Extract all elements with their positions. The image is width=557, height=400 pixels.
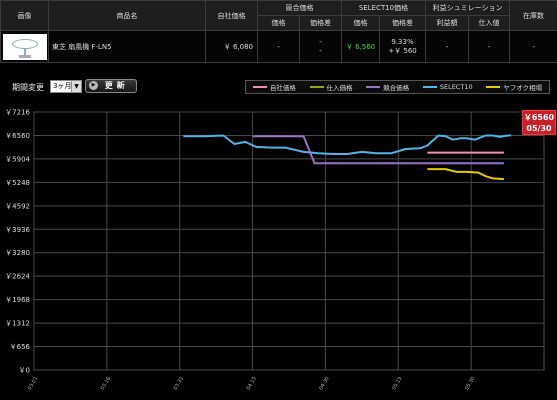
y-tick-label: ￥656 [10, 343, 31, 351]
y-tick-label: ￥5904 [5, 155, 30, 163]
period-select-value: 3ヶ月 [53, 82, 72, 90]
latest-price-value: ￥6560 [523, 113, 555, 122]
y-tick-label: ￥0 [19, 367, 30, 375]
subheader-purchase: 仕入値 [468, 15, 511, 31]
competitor-diff-cell: - - [299, 30, 342, 63]
y-tick-label: ￥1968 [5, 296, 30, 304]
competitor-price-value: - [257, 30, 300, 63]
header-select10-price: SELECT10価格 [340, 0, 427, 16]
subheader-comp-diff: 価格差 [299, 15, 342, 31]
legend-label: 競合価格 [383, 84, 410, 92]
own-price-value: ￥ 6,080 [205, 30, 258, 63]
legend-item-yahoo-auction: ヤフオク相場 [486, 82, 542, 92]
y-tick-label: ￥2624 [5, 273, 30, 281]
competitor-diff-pct: - [319, 37, 322, 46]
x-tick-label: 04.30 [318, 376, 330, 391]
legend-label: ヤフオク相場 [503, 84, 543, 92]
period-change-label: 期間変更 [12, 83, 44, 92]
legend-label: 仕入価格 [326, 84, 353, 92]
select10-diff-cell: 9.33% +￥ 560 [378, 30, 427, 63]
x-tick-label: 05.15 [391, 376, 403, 391]
price-history-chart[interactable]: ￥0 ￥656 ￥1312 ￥1968 ￥2624 ￥3280 ￥3936 ￥4592 ￥524… [0, 100, 557, 400]
update-button-label: 更新 [104, 81, 129, 90]
y-tick-label: ￥6560 [5, 132, 30, 140]
table-row: 東芝 扇風機 F-LN5 ￥ 6,080 - - - ￥ 6,560 9.33%… [0, 30, 557, 63]
x-tick-label: 05.30 [464, 376, 476, 391]
y-tick-label: ￥3280 [5, 249, 30, 257]
subheader-select-price: 価格 [341, 15, 380, 31]
stock-value: - [509, 30, 557, 63]
legend-item-select10: SELECT10 [422, 83, 473, 91]
header-stock: 在庫数 [509, 0, 557, 31]
select10-diff-pct: 9.33% [391, 37, 414, 46]
select10-diff-amt: +￥ 560 [388, 46, 417, 55]
header-product-name: 商品名 [48, 0, 206, 31]
legend-item-purchase-price: 仕入価格 [309, 82, 353, 92]
y-tick-label: ￥3936 [5, 226, 30, 234]
y-tick-label: ￥4592 [5, 202, 30, 210]
legend-label: 自社価格 [269, 84, 296, 92]
legend-item-competitor-price: 競合価格 [366, 82, 409, 92]
profit-value: - [425, 30, 470, 63]
select10-price-value: ￥ 6,560 [341, 30, 380, 63]
product-image-cell [0, 30, 49, 63]
product-name[interactable]: 東芝 扇風機 F-LN5 [48, 30, 206, 63]
x-tick-label: 03.31 [173, 376, 185, 391]
product-thumbnail[interactable] [2, 33, 47, 60]
subheader-profit: 利益額 [425, 15, 470, 31]
latest-price-badge: ￥6560 05/30 [522, 110, 556, 135]
header-profit-simulation: 利益シュミレーション [425, 0, 511, 16]
purchase-value: - [468, 30, 511, 63]
y-tick-label: ￥5248 [5, 179, 30, 187]
update-button[interactable]: ▶ 更新 [85, 79, 137, 93]
play-icon: ▶ [89, 81, 98, 90]
product-table: 画像 商品名 自社価格 競合価格 SELECT10価格 利益シュミレーション 在… [0, 0, 557, 63]
legend-swatch [366, 86, 381, 88]
subheader-comp-price: 価格 [257, 15, 300, 31]
header-image: 画像 [0, 0, 49, 31]
x-tick-label: 03.16 [100, 376, 112, 391]
legend-swatch [486, 86, 501, 88]
legend-swatch [422, 86, 437, 88]
subheader-select-diff: 価格差 [378, 15, 427, 31]
header-competitor-price: 競合価格 [257, 0, 342, 16]
y-tick-label: ￥7216 [5, 109, 30, 117]
header-own-price: 自社価格 [205, 0, 258, 31]
y-tick-label: ￥1312 [5, 320, 30, 328]
x-tick-label: 03.01 [27, 376, 39, 391]
chevron-down-icon[interactable]: ▼ [71, 81, 81, 92]
legend-swatch [252, 86, 267, 88]
period-select[interactable]: 3ヶ月 ▼ [50, 80, 82, 93]
legend-label: SELECT10 [439, 83, 473, 91]
x-tick-label: 04.15 [246, 376, 258, 391]
legend-item-own-price: 自社価格 [252, 82, 296, 92]
competitor-diff-amt: - [319, 46, 322, 55]
chart-legend: 自社価格 仕入価格 競合価格 SELECT10 ヤフオク相場 [245, 80, 550, 94]
legend-swatch [309, 86, 324, 88]
plot-area [33, 111, 545, 371]
latest-price-date: 05/30 [526, 124, 552, 133]
